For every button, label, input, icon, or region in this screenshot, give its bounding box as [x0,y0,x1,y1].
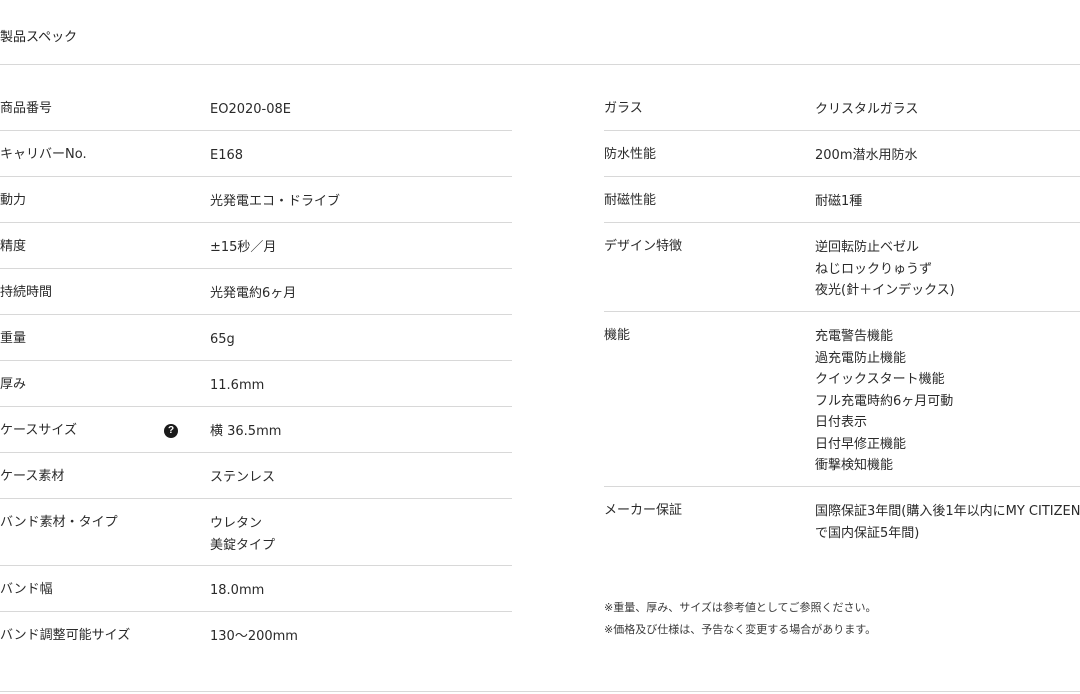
spec-value-line: 逆回転防止ベゼル [815,240,920,255]
spec-row: 防水性能 200m潜水用防水 [604,131,1080,177]
spec-row: ケース素材 ステンレス [0,453,512,499]
spec-label: ガラス [604,101,643,116]
spec-label: 厚み [0,377,27,392]
spec-value: 11.6mm [210,375,512,397]
spec-value: ステンレス [210,467,512,489]
spec-value: クリスタルガラス [815,99,1080,121]
spec-value-line: 光発電エコ・ドライブ [210,194,341,209]
spec-row: メーカー保証 国際保証3年間(購入後1年以内にMY CITIZENご で国内保証5年… [604,487,1080,554]
spec-value-line: 美錠タイプ [210,537,276,553]
spec-row: 耐磁性能 耐磁1種 [604,177,1080,223]
spec-value: 横 36.5mm [210,421,512,443]
spec-row: キャリバーNo. E168 [0,131,512,177]
spec-value-line: 国際保証3年間(購入後1年以内にMY CITIZENご [815,504,1080,519]
help-circle-icon[interactable]: ? [164,424,178,438]
spec-row: 持続時間 光発電約6ヶ月 [0,269,512,315]
spec-value-line: 130〜200mm [210,629,298,644]
spec-label: 重量 [0,331,27,346]
spec-label: 防水性能 [604,147,657,162]
spec-value: ウレタン 美錠タイプ [210,513,512,556]
spec-row: 商品番号 EO2020-08E [0,85,512,131]
spec-label: 動力 [0,193,27,208]
spec-row: ガラス クリスタルガラス [604,85,1080,131]
spec-row: ケースサイズ? 横 36.5mm [0,407,512,453]
spec-value-line: 横 36.5mm [210,424,282,439]
spec-label: 機能 [604,328,631,343]
spec-value: 65g [210,329,512,351]
spec-row: 厚み 11.6mm [0,361,512,407]
bottom-divider [0,691,1080,692]
spec-value-line: ねじロックりゅうず [815,261,933,277]
spec-value-line: 過充電防止機能 [815,350,907,366]
spec-value-line: E168 [210,148,244,163]
spec-value: 逆回転防止ベゼル ねじロックりゅうず夜光(針＋インデックス) [815,237,1080,302]
spec-value-line: で国内保証5年間) [815,525,920,541]
spec-value: 光発電エコ・ドライブ [210,191,512,213]
spec-table-left: 商品番号 EO2020-08E キャリバーNo. E168 動力 光発電エコ・ドライブ精度… [0,85,512,658]
spec-value: 耐磁1種 [815,191,1080,213]
spec-value-line: 日付早修正機能 [815,436,907,452]
spec-label: メーカー保証 [604,503,683,518]
spec-value-line: ステンレス [210,470,276,485]
spec-label: バンド調整可能サイズ [0,628,131,643]
spec-value: 光発電約6ヶ月 [210,283,512,305]
spec-value-line: 18.0mm [210,583,265,598]
spec-value-line: EO2020-08E [210,102,291,117]
title-divider [0,64,1080,65]
spec-row: 重量 65g [0,315,512,361]
spec-value-line: 充電警告機能 [815,329,894,344]
spec-label: バンド幅 [0,582,53,597]
spec-value: 18.0mm [210,580,512,602]
spec-label: キャリバーNo. [0,147,87,162]
spec-label: ケース素材 [0,469,65,484]
spec-value: E168 [210,145,512,167]
spec-row: バンド素材・タイプ ウレタン美錠タイプ [0,499,512,566]
spec-value-line: 65g [210,332,235,347]
spec-row: バンド調整可能サイズ 130〜200mm [0,612,512,658]
spec-label: バンド素材・タイプ [0,515,118,530]
spec-label: デザイン特徴 [604,239,683,254]
spec-value: EO2020-08E [210,99,512,121]
note-weight: ※重量、厚み、サイズは参考値としてご参照ください。 [604,601,877,614]
spec-row: 精度 ±15秒／月 [0,223,512,269]
spec-value-line: クリスタルガラス [815,102,919,117]
section-title: 製品スペック [0,30,78,45]
spec-label: ケースサイズ [0,423,77,438]
spec-label: 商品番号 [0,101,53,116]
spec-label: 耐磁性能 [604,193,657,208]
spec-label: 精度 [0,239,27,254]
spec-value-line: 200m潜水用防水 [815,148,918,163]
spec-value: 国際保証3年間(購入後1年以内にMY CITIZENご で国内保証5年間) [815,501,1080,544]
spec-value: 200m潜水用防水 [815,145,1080,167]
spec-value-line: 光発電約6ヶ月 [210,286,297,301]
spec-value-line: 耐磁1種 [815,194,863,209]
spec-value-line: ±15秒／月 [210,240,277,255]
spec-value-line: 衝撃検知機能 [815,458,894,473]
spec-value: 充電警告機能 過充電防止機能クイックスタート機能 フル充電時約6ヶ月可動 日付表示日付… [815,326,1080,477]
spec-value: 130〜200mm [210,626,512,648]
spec-notes: ※重量、厚み、サイズは参考値としてご参照ください。 ※価格及び仕様は、予告なく変… [604,597,877,641]
spec-row: バンド幅 18.0mm [0,566,512,612]
spec-value-line: クイックスタート機能 [815,372,945,387]
spec-value-line: 夜光(針＋インデックス) [815,283,955,298]
spec-label: 持続時間 [0,285,53,300]
spec-value-line: 11.6mm [210,378,265,393]
spec-value: ±15秒／月 [210,237,512,259]
spec-value-line: フル充電時約6ヶ月可動 [815,393,954,409]
spec-value-line: 日付表示 [815,415,868,430]
spec-row: 動力 光発電エコ・ドライブ [0,177,512,223]
spec-row: 機能 充電警告機能 過充電防止機能クイックスタート機能 フル充電時約6ヶ月可動 日付表示… [604,312,1080,487]
spec-row: デザイン特徴 逆回転防止ベゼル ねじロックりゅうず夜光(針＋インデックス) [604,223,1080,312]
note-price: ※価格及び仕様は、予告なく変更する場合があります。 [604,623,877,636]
spec-table-right: ガラス クリスタルガラス防水性能 200m潜水用防水耐磁性能 耐磁1種デザイン特徴 逆回… [604,85,1080,554]
spec-value-line: ウレタン [210,516,263,531]
